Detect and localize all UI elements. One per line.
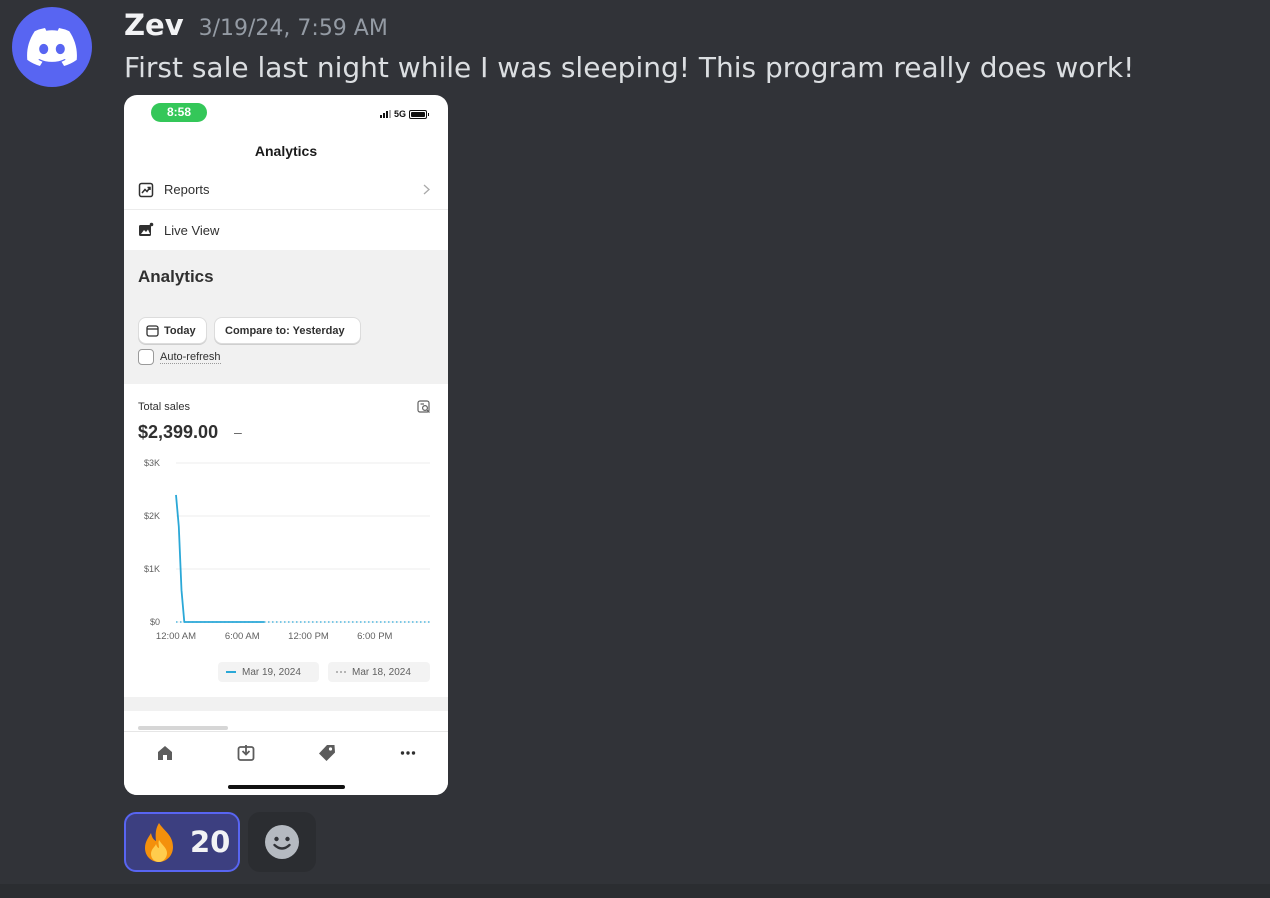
username[interactable]: Zev (124, 8, 184, 42)
add-reaction-button[interactable] (248, 812, 316, 872)
live-view-icon (139, 222, 154, 236)
add-reaction-smiley-icon (265, 825, 299, 859)
menu-item-label: Reports (164, 182, 210, 197)
nav-title: Analytics (254, 143, 318, 159)
discord-logo-icon (27, 28, 77, 66)
status-time: 8:58 (151, 103, 207, 122)
more-icon (400, 751, 416, 755)
section-divider (124, 697, 448, 711)
current-series-line (175, 494, 265, 623)
sales-line-chart: $3K $2K $1K $0 12:00 AM 6:00 AM 12:00 PM 6:00 P… (144, 458, 430, 642)
menu-item-label: Live View (164, 222, 220, 238)
reaction-fire[interactable]: 20 (124, 812, 240, 872)
legend-item-comparison[interactable]: Mar 18, 2024 (328, 662, 430, 682)
message-text: First sale last night while I was sleepi… (124, 51, 1135, 84)
analytics-panel: Analytics Today Compare to: Yesterday Au… (124, 250, 448, 384)
auto-refresh-label: Auto-refresh (160, 350, 221, 364)
footer-strip (0, 884, 1270, 898)
y-tick-label: $1K (144, 564, 160, 574)
menu-item-reports[interactable]: Reports (124, 170, 448, 210)
panel-title: Analytics (138, 267, 214, 286)
status-icons: 5G (379, 109, 429, 119)
battery-icon (409, 109, 429, 119)
menu-item-live-view[interactable]: Live View (124, 210, 448, 250)
y-tick-label: $3K (144, 458, 160, 468)
date-range-label: Today (164, 324, 196, 337)
calendar-icon (146, 325, 159, 337)
legend-item-current[interactable]: Mar 19, 2024 (218, 662, 319, 682)
x-tick-label: 12:00 PM (288, 631, 329, 642)
date-range-button[interactable]: Today (138, 317, 207, 344)
legend-label: Mar 19, 2024 (242, 666, 301, 678)
reports-icon (138, 182, 154, 197)
legend-solid-marker (226, 671, 236, 673)
chevron-right-icon (423, 184, 430, 195)
reaction-count: 20 (190, 825, 231, 859)
compare-button[interactable]: Compare to: Yesterday (214, 317, 361, 344)
x-tick-label: 6:00 PM (357, 631, 392, 642)
total-sales-value: $2,399.00 (138, 422, 219, 442)
orders-icon (237, 745, 255, 761)
signal-icon (379, 110, 391, 118)
legend-label: Mar 18, 2024 (352, 666, 411, 678)
auto-refresh-toggle[interactable]: Auto-refresh (138, 349, 221, 365)
products-icon (319, 745, 335, 761)
message-header: Zev 3/19/24, 7:59 AM (124, 8, 388, 42)
compare-label: Compare to: Yesterday (225, 324, 345, 337)
explore-report-icon[interactable] (417, 400, 431, 414)
network-label: 5G (393, 109, 406, 119)
tab-home[interactable] (156, 744, 174, 762)
tab-orders[interactable] (237, 744, 255, 762)
legend-dotted-marker (336, 671, 346, 673)
auto-refresh-checkbox[interactable] (138, 349, 154, 365)
x-tick-label: 6:00 AM (225, 631, 260, 642)
y-tick-label: $2K (144, 511, 160, 521)
fire-emoji-icon (145, 823, 173, 862)
y-tick-label: $0 (150, 617, 160, 627)
home-icon (158, 746, 172, 760)
card-label: Total sales (138, 401, 190, 413)
tab-more[interactable] (399, 744, 417, 762)
change-indicator: – (234, 424, 242, 440)
avatar[interactable] (12, 7, 92, 87)
timestamp: 3/19/24, 7:59 AM (198, 16, 388, 41)
x-tick-label: 12:00 AM (156, 631, 196, 642)
tab-products[interactable] (318, 744, 336, 762)
image-attachment[interactable]: 8:58 5G Analytics Reports Live View Anal… (124, 95, 448, 795)
home-indicator (228, 785, 345, 789)
